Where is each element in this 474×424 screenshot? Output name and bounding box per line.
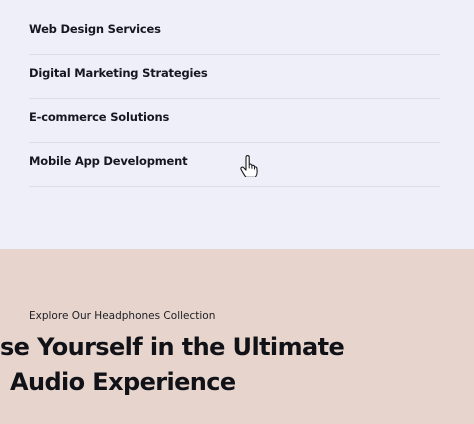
services-list: Web Design Services Digital Marketing St… bbox=[0, 0, 474, 249]
service-item-mobile-app[interactable]: Mobile App Development bbox=[29, 143, 440, 187]
service-item-label: Digital Marketing Strategies bbox=[29, 66, 208, 80]
service-item-label: E-commerce Solutions bbox=[29, 110, 170, 124]
headphones-hero: Explore Our Headphones Collection se You… bbox=[0, 249, 474, 424]
hero-headline-line-1: se Yourself in the Ultimate bbox=[0, 333, 345, 361]
service-item-label: Mobile App Development bbox=[29, 154, 188, 168]
hero-eyebrow: Explore Our Headphones Collection bbox=[29, 310, 216, 322]
service-item-digital-marketing[interactable]: Digital Marketing Strategies bbox=[29, 55, 440, 99]
hero-headline-line-2: Audio Experience bbox=[10, 368, 236, 396]
hand-pointer-cursor-icon bbox=[240, 155, 258, 177]
service-item-label: Web Design Services bbox=[29, 22, 161, 36]
service-item-web-design[interactable]: Web Design Services bbox=[29, 11, 440, 55]
service-item-ecommerce[interactable]: E-commerce Solutions bbox=[29, 99, 440, 143]
